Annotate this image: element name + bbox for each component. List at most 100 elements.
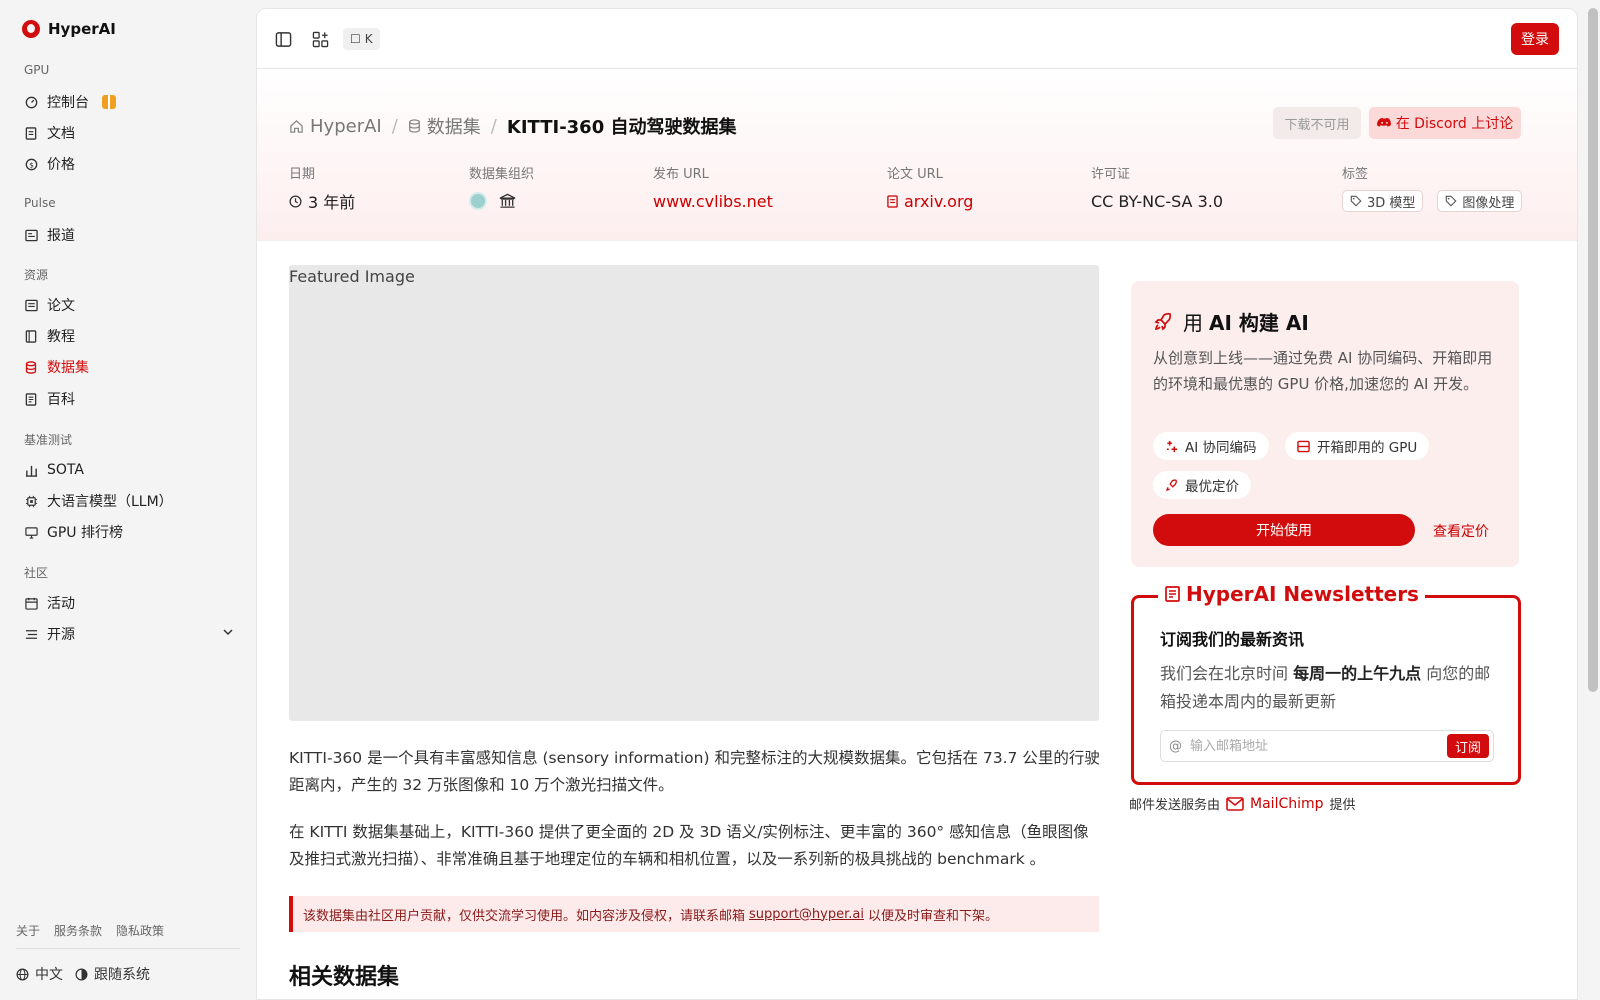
gauge-icon — [24, 95, 38, 109]
sidebar-item-tutorials[interactable]: 教程 — [24, 322, 234, 350]
related-datasets-heading: 相关数据集 — [289, 965, 400, 990]
sidebar-item-console[interactable]: 控制台 — [24, 88, 234, 116]
sidebar-item-llm[interactable]: 大语言模型（LLM） — [24, 487, 234, 515]
dollar-icon: $ — [24, 157, 38, 171]
sidebar-toggle-icon[interactable] — [274, 30, 292, 48]
breadcrumb-separator: / — [490, 115, 497, 137]
newsletter-title: HyperAI Newsletters — [1158, 582, 1425, 606]
mail-icon — [1226, 796, 1244, 811]
breadcrumb-separator: / — [391, 115, 398, 137]
bar-chart-icon — [24, 463, 38, 477]
sidebar-item-docs[interactable]: 文档 — [24, 119, 234, 147]
tag-image-processing[interactable]: 图像处理 — [1437, 190, 1523, 212]
sidebar-item-sota[interactable]: SOTA — [24, 456, 234, 484]
nav-section-pulse: Pulse — [24, 196, 56, 210]
footer-link-terms[interactable]: 服务条款 — [54, 922, 102, 939]
email-input[interactable] — [1190, 738, 1439, 754]
newsletter-subtitle: 订阅我们的最新资讯 — [1160, 630, 1305, 649]
nav-section-gpu: GPU — [24, 63, 50, 77]
subscribe-button[interactable]: 订阅 — [1447, 734, 1489, 758]
gift-icon — [102, 95, 116, 109]
calendar-icon — [24, 596, 38, 610]
command-shortcut[interactable]: ☐ K — [343, 28, 380, 50]
publish-url-link[interactable]: www.cvlibs.net — [653, 190, 773, 212]
view-pricing-link[interactable]: 查看定价 — [1433, 521, 1489, 541]
chevron-down-icon[interactable] — [222, 626, 234, 642]
dataset-header: HyperAI / 数据集 / KITTI-360 自动驾驶数据集 下载不可用 … — [257, 69, 1577, 241]
institution-icon[interactable] — [499, 193, 516, 209]
footer-link-privacy[interactable]: 隐私政策 — [116, 922, 164, 939]
page-scrollbar[interactable] — [1588, 8, 1598, 692]
provider-text-after: 提供 — [1329, 798, 1356, 813]
clock-icon — [289, 194, 302, 208]
description-paragraph: 在 KITTI 数据集基础上，KITTI-360 提供了更全面的 2D 及 3D… — [289, 823, 1089, 868]
apps-grid-icon[interactable] — [311, 30, 329, 48]
tag-3d-model[interactable]: 3D 模型 — [1342, 190, 1424, 212]
support-email-link[interactable]: support@hyper.ai — [749, 907, 864, 922]
meta-tags: 标签 3D 模型 图像处理 — [1342, 163, 1530, 212]
newsletter-box: HyperAI Newsletters 订阅我们的最新资讯 我们会在北京时间 每… — [1131, 582, 1521, 785]
footer-link-about[interactable]: 关于 — [16, 922, 40, 939]
sidebar-item-label: 论文 — [47, 298, 75, 314]
sidebar-item-events[interactable]: 活动 — [24, 589, 234, 617]
tag-list: 3D 模型 图像处理 — [1342, 190, 1530, 212]
discord-discuss-button[interactable]: 在 Discord 上讨论 — [1369, 107, 1521, 139]
at-sign-icon: @ — [1169, 738, 1182, 754]
sidebar-item-label: 价格 — [47, 157, 75, 173]
breadcrumb-datasets[interactable]: 数据集 — [408, 113, 481, 139]
start-using-button[interactable]: 开始使用 — [1153, 514, 1415, 546]
nav-section-benchmarks: 基准测试 — [24, 433, 73, 447]
discord-icon — [1376, 117, 1391, 127]
server-icon — [1297, 440, 1310, 452]
meta-license: 许可证 CC BY-NC-SA 3.0 — [1091, 163, 1223, 212]
sidebar-item-wiki[interactable]: 百科 — [24, 385, 234, 413]
sidebar-item-pricing[interactable]: $ 价格 — [24, 150, 234, 178]
feature-pill-gpu: 开箱即用的 GPU — [1285, 432, 1430, 460]
organization-avatar[interactable] — [469, 192, 487, 210]
rocket-icon — [1166, 478, 1177, 491]
promo-title-prefix: 用 — [1183, 311, 1203, 335]
encyclopedia-icon — [24, 392, 38, 406]
newspaper-icon — [1165, 586, 1180, 602]
meta-date-value: 3 年前 — [289, 190, 355, 212]
feature-label: 最优定价 — [1185, 479, 1239, 495]
brand[interactable]: HyperAI — [22, 20, 116, 38]
mailchimp-link[interactable]: MailChimp — [1250, 796, 1324, 812]
sidebar-item-open-source[interactable]: 开源 — [24, 620, 234, 648]
sidebar-item-label: 开源 — [47, 627, 75, 643]
sidebar-item-papers[interactable]: 论文 — [24, 291, 234, 319]
featured-image-alt: Featured Image — [289, 267, 415, 286]
tag-icon — [1350, 195, 1362, 207]
meta-paper-url: 论文 URL arxiv.org — [887, 163, 973, 212]
feature-pill-ai-coding: AI 协同编码 — [1153, 432, 1269, 460]
sidebar-item-gpu-leaderboard[interactable]: GPU 排行榜 — [24, 518, 234, 546]
language-switcher[interactable]: 中文 — [16, 964, 63, 984]
notice-text-after: 以便及时审查和下架。 — [867, 908, 998, 924]
sidebar-item-label: 活动 — [47, 596, 75, 612]
paper-url-link[interactable]: arxiv.org — [887, 190, 973, 212]
login-button[interactable]: 登录 — [1511, 23, 1559, 55]
sidebar-item-label: SOTA — [47, 462, 84, 478]
featured-image: Featured Image — [289, 265, 1099, 721]
sidebar-item-news[interactable]: 报道 — [24, 221, 234, 249]
newsletter-desc-before: 我们会在北京时间 — [1160, 664, 1294, 683]
license-value: CC BY-NC-SA 3.0 — [1091, 191, 1224, 211]
community-notice: 该数据集由社区用户贡献，仅供交流学习使用。如内容涉及侵权，请联系邮箱 suppo… — [289, 896, 1099, 932]
meta-publish-url: 发布 URL www.cvlibs.net — [653, 163, 773, 212]
paper-icon — [24, 298, 38, 312]
sidebar-item-label: 教程 — [47, 329, 75, 345]
newsletter-description: 我们会在北京时间 每周一的上午九点 向您的邮箱投递本周内的最新更新 — [1160, 660, 1500, 716]
page-title: KITTI-360 自动驾驶数据集 — [506, 117, 737, 138]
command-key-icon: ☐ — [350, 32, 361, 46]
tag-label: 图像处理 — [1462, 195, 1515, 211]
breadcrumb: HyperAI / 数据集 / KITTI-360 自动驾驶数据集 — [289, 113, 737, 139]
sidebar-item-datasets[interactable]: 数据集 — [24, 353, 234, 381]
download-unavailable-button[interactable]: 下载不可用 — [1273, 107, 1361, 139]
breadcrumb-home[interactable]: HyperAI — [289, 116, 382, 137]
topbar: ☐ K 登录 — [257, 9, 1577, 69]
document-icon — [24, 126, 38, 140]
provider-text-before: 邮件发送服务由 — [1129, 798, 1221, 813]
theme-switcher[interactable]: 跟随系统 — [75, 964, 150, 984]
nav-section-resources: 资源 — [24, 268, 49, 282]
paper-url-text: arxiv.org — [904, 191, 974, 211]
